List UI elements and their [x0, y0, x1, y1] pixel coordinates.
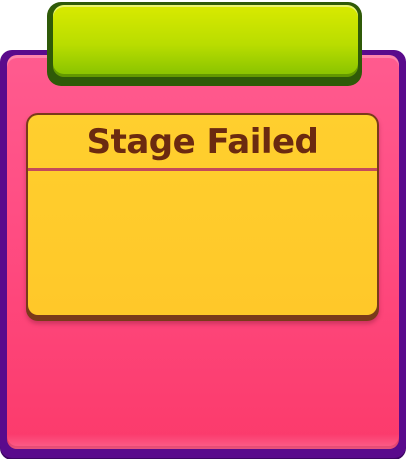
stage-failed-dialog: Stage Failed [0, 0, 408, 459]
dialog-title: Stage Failed [86, 122, 319, 162]
dialog-panel-rim [7, 434, 399, 449]
header-banner [53, 5, 358, 77]
content-body [28, 171, 377, 315]
